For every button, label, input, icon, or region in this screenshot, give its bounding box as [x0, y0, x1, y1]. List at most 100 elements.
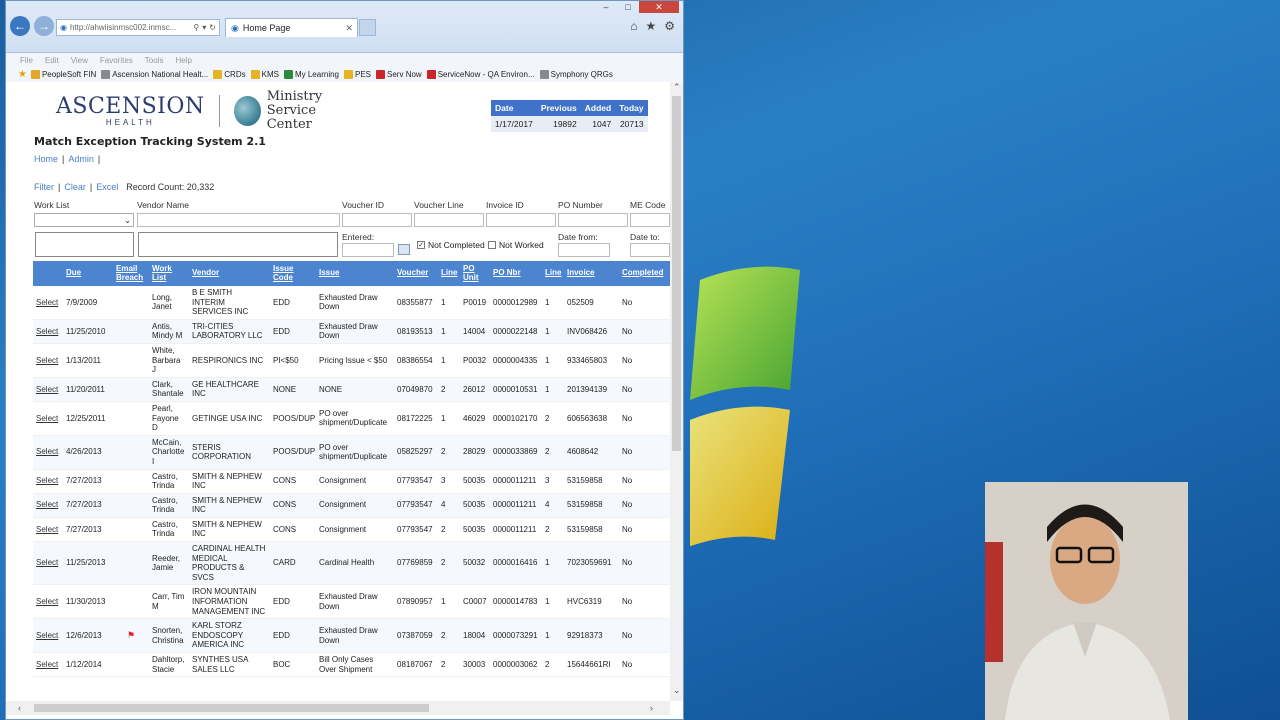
column-header[interactable]: Email Breach	[113, 261, 149, 286]
not-worked-checkbox[interactable]: Not Worked	[488, 240, 544, 250]
invoice-id-input[interactable]	[486, 213, 556, 227]
select-link[interactable]: Select	[36, 327, 58, 336]
favorite-item[interactable]: ServiceNow - QA Environ...	[426, 70, 535, 79]
select-link[interactable]: Select	[36, 660, 58, 669]
table-cell: 0000012989	[490, 286, 542, 320]
favorite-item[interactable]: Ascension National Healt...	[101, 70, 208, 79]
excel-link[interactable]: Excel	[96, 182, 118, 192]
vendor-name-input[interactable]	[137, 213, 340, 227]
column-header[interactable]: Line	[542, 261, 564, 286]
favorites-star-icon[interactable]: ★	[645, 19, 656, 33]
vertical-scrollbar[interactable]: ⌃ ⌄	[670, 82, 683, 701]
column-header[interactable]: Due	[63, 261, 113, 286]
not-completed-checkbox[interactable]: ✓ Not Completed	[417, 240, 485, 250]
scroll-down-icon[interactable]: ⌄	[673, 685, 681, 696]
menu-favorites[interactable]: Favorites	[100, 56, 133, 65]
favorite-icon	[283, 70, 293, 79]
admin-link[interactable]: Admin	[68, 154, 94, 164]
calendar-icon[interactable]	[398, 244, 410, 255]
work-list-multi-input[interactable]	[35, 232, 134, 257]
column-header[interactable]: PO Unit	[460, 261, 490, 286]
table-cell: Carr, Tim M	[149, 584, 189, 620]
date-from-input[interactable]	[558, 243, 610, 257]
column-header[interactable]: PO Nbr	[490, 261, 542, 286]
menu-edit[interactable]: Edit	[45, 56, 59, 65]
select-link[interactable]: Select	[36, 476, 58, 485]
table-cell: POOS/DUP	[270, 401, 316, 436]
select-link[interactable]: Select	[36, 558, 58, 567]
forward-button[interactable]: →	[34, 16, 54, 36]
select-link[interactable]: Select	[36, 298, 58, 307]
table-cell: Bill Only Cases Over Shipment	[316, 652, 394, 678]
date-to-input[interactable]	[630, 243, 670, 257]
favorite-item[interactable]: Symphony QRGs	[539, 70, 613, 79]
search-icon[interactable]: ⚲	[193, 23, 199, 32]
table-cell: White, Barbara J	[149, 343, 189, 378]
column-header[interactable]: Issue Code	[270, 261, 316, 286]
msc-line2: Service Center	[266, 102, 317, 133]
filter-link[interactable]: Filter	[34, 182, 54, 192]
favorite-item[interactable]: PES	[344, 70, 371, 79]
favorite-item[interactable]: PeopleSoft FIN	[30, 70, 96, 79]
column-header[interactable]: Vendor	[189, 261, 270, 286]
favorite-item[interactable]: CRDs	[213, 70, 246, 79]
clear-link[interactable]: Clear	[64, 182, 86, 192]
dropdown-arrow-icon[interactable]: ▾	[202, 23, 206, 32]
scroll-right-icon[interactable]: ›	[650, 703, 653, 713]
column-header[interactable]: Issue	[316, 261, 394, 286]
favorite-item[interactable]: KMS	[250, 70, 279, 79]
table-row: Select 4/26/2013 McCain, Charlotte I STERIS…	[33, 435, 670, 470]
gear-icon[interactable]: ⚙	[664, 19, 675, 33]
favorites-star-icon[interactable]: ★	[18, 69, 27, 80]
voucher-line-input[interactable]	[414, 213, 484, 227]
table-cell: B E SMITH INTERIM SERVICES INC	[189, 286, 270, 320]
select-link[interactable]: Select	[36, 414, 58, 423]
refresh-icon[interactable]: ↻	[209, 23, 216, 32]
home-icon[interactable]: ⌂	[630, 19, 637, 33]
favorite-item[interactable]: My Learning	[283, 70, 339, 79]
menu-view[interactable]: View	[71, 56, 88, 65]
work-list-select[interactable]: ⌄	[34, 213, 134, 227]
table-cell: IRON MOUNTAIN INFORMATION MANAGEMENT INC	[189, 584, 270, 620]
table-cell	[113, 286, 149, 320]
email-breach-flag-icon[interactable]: ⚑	[127, 630, 135, 640]
table-cell: SMITH & NEPHEW INC	[189, 517, 270, 543]
select-link[interactable]: Select	[36, 631, 58, 640]
horizontal-scroll-thumb[interactable]	[34, 704, 429, 712]
tab-home-page[interactable]: ◉ Home Page ✕	[225, 18, 358, 37]
me-code-input[interactable]	[630, 213, 670, 227]
maximize-icon[interactable]: □	[617, 1, 639, 13]
column-header[interactable]: Work List	[149, 261, 189, 286]
webcam-overlay	[985, 482, 1188, 720]
scroll-up-icon[interactable]: ⌃	[673, 82, 681, 93]
close-window-icon[interactable]: ✕	[639, 1, 679, 13]
address-bar[interactable]: ◉ http://ahwiisinmsc002.inmsc... ⚲ ▾ ↻	[56, 19, 220, 36]
back-button[interactable]: ←	[10, 16, 30, 36]
close-tab-icon[interactable]: ✕	[345, 23, 353, 34]
vertical-scroll-thumb[interactable]	[672, 96, 681, 451]
column-header[interactable]: Voucher	[394, 261, 438, 286]
voucher-id-input[interactable]	[342, 213, 412, 227]
po-number-input[interactable]	[558, 213, 628, 227]
select-link[interactable]: Select	[36, 500, 58, 509]
scroll-left-icon[interactable]: ‹	[18, 703, 21, 713]
home-link[interactable]: Home	[34, 154, 58, 164]
vendor-multi-input[interactable]	[138, 232, 338, 257]
select-link[interactable]: Select	[36, 447, 58, 456]
page-title: Match Exception Tracking System 2.1	[34, 135, 266, 148]
select-link[interactable]: Select	[36, 356, 58, 365]
select-link[interactable]: Select	[36, 597, 58, 606]
entered-date-input[interactable]	[342, 243, 394, 257]
column-header[interactable]: Invoice	[564, 261, 619, 286]
favorite-item[interactable]: Serv Now	[376, 70, 422, 79]
menu-file[interactable]: File	[20, 56, 33, 65]
minimize-icon[interactable]: –	[595, 1, 617, 13]
select-link[interactable]: Select	[36, 385, 58, 394]
menu-help[interactable]: Help	[175, 56, 191, 65]
menu-tools[interactable]: Tools	[145, 56, 164, 65]
horizontal-scrollbar[interactable]: ‹ ›	[6, 701, 670, 715]
column-header[interactable]: Completed	[619, 261, 670, 286]
new-tab-button[interactable]	[359, 19, 376, 36]
column-header[interactable]: Line	[438, 261, 460, 286]
select-link[interactable]: Select	[36, 525, 58, 534]
